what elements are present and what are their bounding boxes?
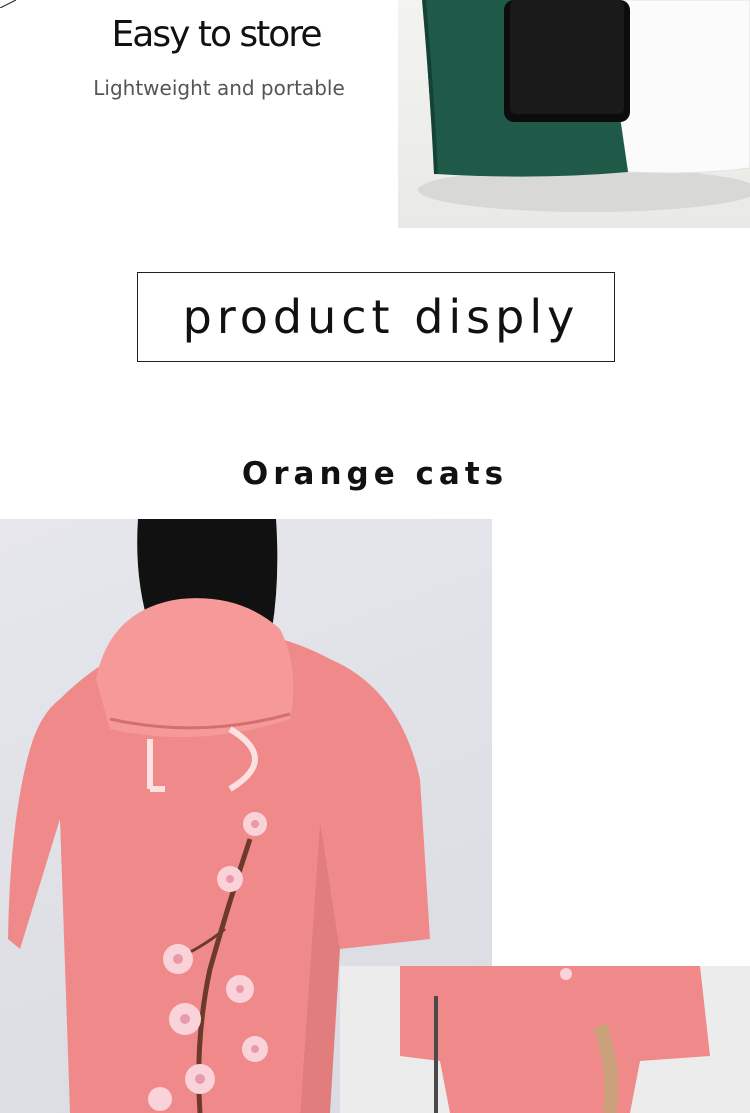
folded-pillow-photo — [398, 0, 750, 228]
product-detail-page: Easy to store Lightweight and portable p… — [0, 0, 750, 1113]
corner-decoration — [0, 0, 16, 8]
store-subtitle: Lightweight and portable — [93, 76, 345, 100]
variant-title: Orange cats — [241, 456, 509, 492]
product-display-heading-box: product disply — [137, 272, 615, 362]
store-title: Easy to store — [111, 14, 323, 55]
hoodie-front-photo — [340, 966, 750, 1113]
product-display-heading: product disply — [182, 290, 580, 344]
